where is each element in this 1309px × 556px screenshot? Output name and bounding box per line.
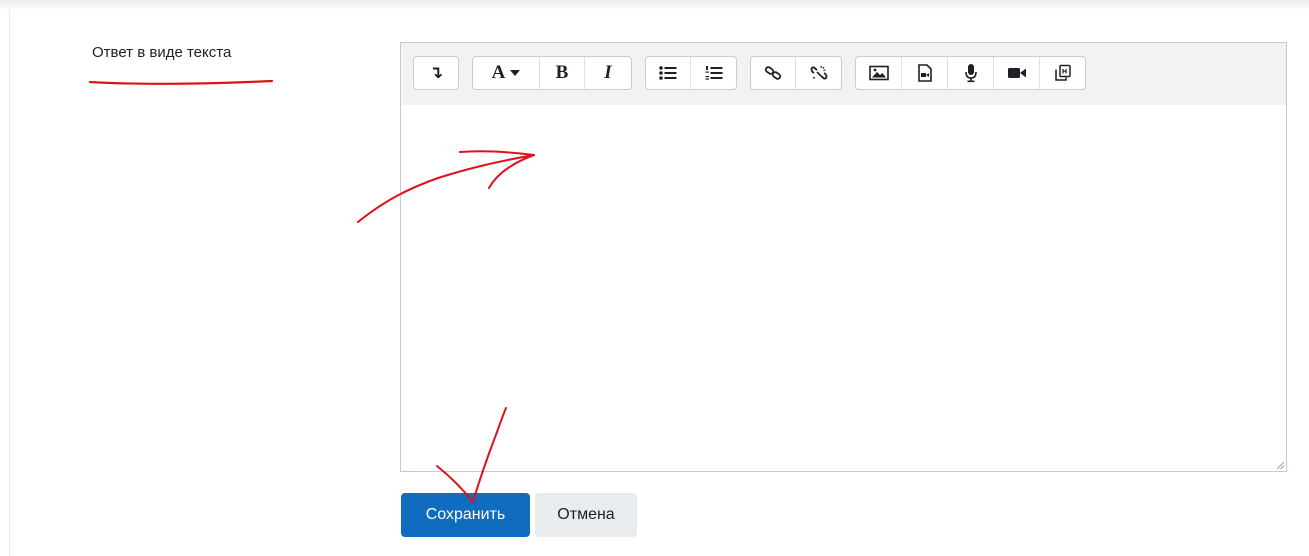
h5p-button[interactable] (1040, 57, 1085, 89)
cancel-button[interactable]: Отмена (535, 493, 637, 537)
text-editor: ↴ A B I (400, 42, 1287, 472)
toolbar-group-more: ↴ (413, 56, 459, 90)
editor-content-area[interactable] (401, 105, 1286, 471)
font-style-button[interactable]: A (473, 57, 540, 89)
toolbar-group-links (750, 56, 842, 90)
toolbar-group-lists (645, 56, 737, 90)
editor-toolbar: ↴ A B I (401, 43, 1286, 106)
link-icon (764, 64, 782, 82)
caret-down-icon (510, 70, 521, 76)
label-underline-mark (88, 79, 274, 85)
media-icon (917, 64, 933, 82)
image-icon (868, 65, 889, 81)
toolbar-group-media (855, 56, 1086, 90)
unlink-button[interactable] (796, 57, 841, 89)
bold-button[interactable]: B (540, 57, 585, 89)
save-button[interactable]: Сохранить (401, 493, 530, 537)
font-style-glyph: A (491, 62, 506, 83)
unordered-list-icon (659, 65, 677, 81)
h5p-icon (1054, 64, 1072, 82)
media-button[interactable] (902, 57, 948, 89)
ordered-list-icon (705, 65, 723, 81)
unlink-icon (810, 64, 828, 82)
show-more-icon: ↴ (428, 63, 444, 82)
italic-button[interactable]: I (585, 57, 631, 89)
font-style-icon: A (492, 62, 521, 84)
region-divider (9, 10, 10, 556)
record-video-icon (1007, 66, 1027, 80)
resize-handle-icon[interactable] (1275, 460, 1285, 470)
field-label: Ответ в виде текста (92, 44, 232, 61)
image-button[interactable] (856, 57, 902, 89)
unordered-list-button[interactable] (646, 57, 691, 89)
page-header-shadow (0, 0, 1309, 10)
bold-icon: B (555, 62, 569, 83)
show-more-button[interactable]: ↴ (414, 57, 458, 89)
toolbar-group-style: A B I (472, 56, 632, 90)
link-button[interactable] (751, 57, 796, 89)
record-audio-icon (964, 63, 978, 83)
record-audio-button[interactable] (948, 57, 994, 89)
record-video-button[interactable] (994, 57, 1040, 89)
ordered-list-button[interactable] (691, 57, 736, 89)
italic-icon: I (604, 62, 612, 83)
